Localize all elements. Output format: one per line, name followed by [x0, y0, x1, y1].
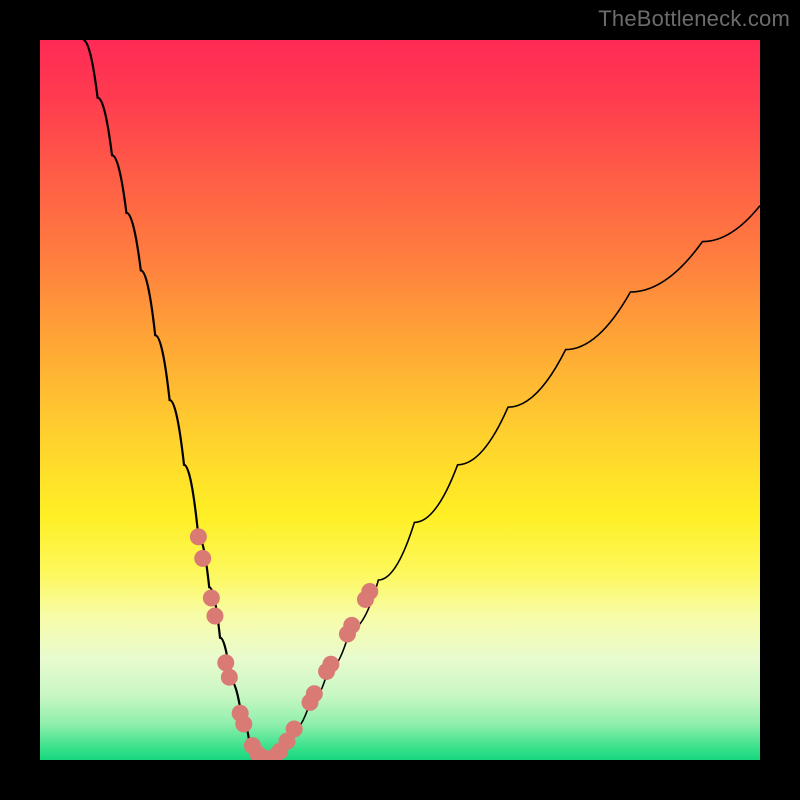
data-dot	[343, 617, 360, 634]
data-dot	[235, 716, 252, 733]
curve-left-branch	[83, 40, 267, 760]
data-dot	[190, 528, 207, 545]
data-dot	[322, 656, 339, 673]
outer-black-frame: TheBottleneck.com	[0, 0, 800, 800]
data-dot	[217, 654, 234, 671]
data-dot	[286, 721, 303, 738]
data-dot	[221, 669, 238, 686]
curve-right-branch	[267, 206, 760, 760]
plot-area	[40, 40, 760, 760]
data-dot	[361, 583, 378, 600]
watermark-text: TheBottleneck.com	[598, 6, 790, 32]
curve-layer	[40, 40, 760, 760]
data-dot	[194, 550, 211, 567]
data-dot	[206, 608, 223, 625]
data-dot	[203, 590, 220, 607]
data-dot	[306, 685, 323, 702]
